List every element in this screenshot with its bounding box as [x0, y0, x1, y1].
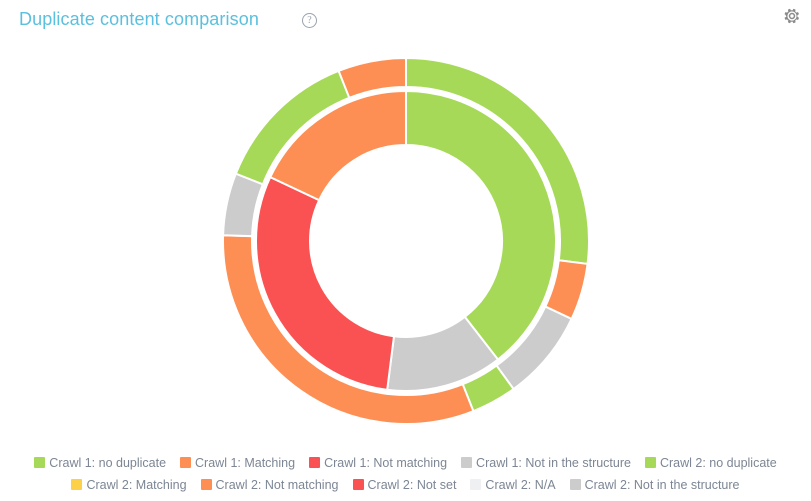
legend-item-label: Crawl 2: Not matching	[215, 478, 339, 493]
donut-chart-svg[interactable]: Crawl 2: no duplicateCrawl 2: Not matchi…	[0, 44, 811, 444]
widget-header: Duplicate content comparison ?	[0, 0, 811, 44]
legend-item[interactable]: Crawl 1: no duplicate	[34, 452, 166, 474]
legend-color-swatch	[180, 457, 192, 468]
legend-color-swatch	[461, 457, 473, 468]
page-title: Duplicate content comparison	[19, 9, 259, 29]
legend-item[interactable]: Crawl 1: Not in the structure	[461, 452, 631, 474]
legend-color-swatch	[644, 457, 656, 468]
legend-item[interactable]: Crawl 1: Not matching	[309, 452, 447, 474]
duplicate-content-comparison-widget: Duplicate content comparison ? Crawl 2: …	[0, 0, 811, 501]
legend-item-label: Crawl 1: Not in the structure	[476, 456, 631, 470]
legend-color-swatch	[569, 479, 581, 491]
legend-item[interactable]: Crawl 2: no duplicate	[644, 452, 777, 474]
donut-ring-inner: Crawl 1: no duplicateCrawl 1: Not in the…	[255, 89, 557, 392]
gear-icon[interactable]	[783, 7, 801, 25]
legend-item-label: Crawl 2: Not set	[367, 478, 457, 493]
legend-item-label: Crawl 2: no duplicate	[659, 456, 777, 470]
legend-color-swatch	[34, 457, 46, 468]
legend-item-label: Crawl 2: Not in the structure	[584, 478, 740, 493]
legend-row: Crawl 2: Matching Crawl 2: Not matching Cr…	[0, 474, 811, 496]
donut-chart[interactable]: Crawl 2: no duplicateCrawl 2: Not matchi…	[0, 44, 811, 444]
legend-item[interactable]: Crawl 2: Not in the structure	[569, 474, 740, 496]
question-mark-circle-icon[interactable]: ?	[302, 13, 317, 28]
legend-color-swatch	[71, 479, 83, 491]
legend-color-swatch	[352, 479, 364, 491]
legend-color-swatch	[470, 479, 482, 491]
legend-color-swatch	[200, 479, 212, 491]
legend-item-label: Crawl 1: Not matching	[324, 456, 448, 470]
legend-item-label: Crawl 1: Matching	[195, 456, 296, 470]
legend-item-label: Crawl 2: N/A	[485, 478, 556, 493]
chart-legend: Crawl 1: no duplicate Crawl 1: Matching Cr…	[0, 452, 811, 496]
legend-color-swatch	[309, 457, 321, 468]
legend-item[interactable]: Crawl 2: Matching	[71, 474, 187, 496]
legend-row: Crawl 1: no duplicate Crawl 1: Matching Cr…	[0, 452, 811, 474]
legend-item-label: Crawl 1: no duplicate	[49, 456, 167, 470]
legend-item[interactable]: Crawl 2: Not set	[352, 474, 457, 496]
legend-item[interactable]: Crawl 2: N/A	[470, 474, 556, 496]
legend-item[interactable]: Crawl 1: Matching	[180, 452, 295, 474]
legend-item[interactable]: Crawl 2: Not matching	[200, 474, 339, 496]
legend-item-label: Crawl 2: Matching	[86, 478, 187, 493]
